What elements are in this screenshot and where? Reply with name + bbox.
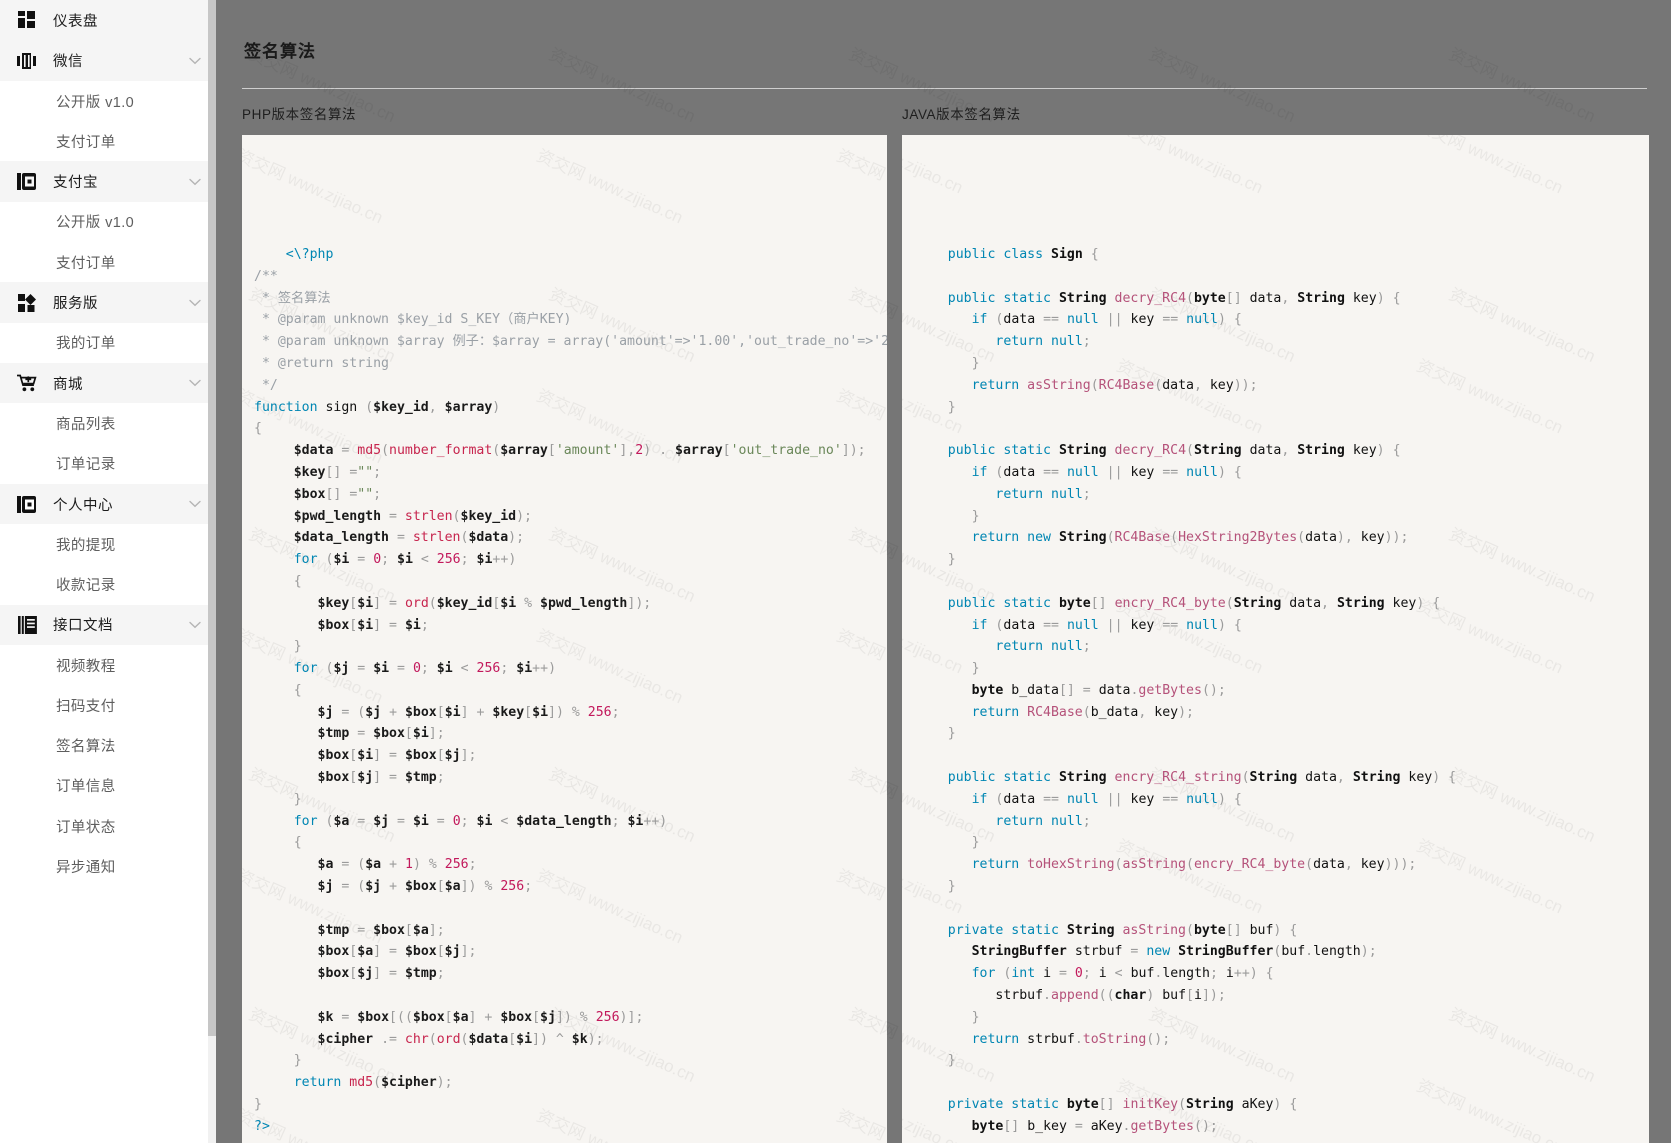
sidebar-item-wechat-0[interactable]: 公开版 v1.0 — [0, 81, 216, 122]
sidebar-item-personal-1[interactable]: 收款记录 — [0, 564, 216, 605]
sidebar-item-label: 扫码支付 — [56, 698, 116, 715]
sidebar-item-label: 视频教程 — [56, 658, 116, 675]
sidebar-item-apidoc-2[interactable]: 签名算法 — [0, 725, 216, 766]
sidebar-group-label: 支付宝 — [53, 175, 98, 192]
sidebar-item-label: 收款记录 — [56, 578, 116, 595]
sidebar-item-shop-0[interactable]: 商品列表 — [0, 403, 216, 444]
sidebar-group-label: 服务版 — [53, 296, 98, 312]
app-root: 仪表盘 微信 公开版 v1.0 支付订单 支付宝 公开版 v1.0 支付订单 服务版 我的订单商… — [0, 0, 1671, 1143]
alipay-wallet-icon — [14, 169, 40, 195]
sidebar-group-label: 微信 — [53, 54, 83, 71]
chevron-down-icon[interactable] — [182, 299, 208, 307]
page-title: 签名算法 — [244, 42, 316, 62]
sidebar: 仪表盘 微信 公开版 v1.0 支付订单 支付宝 公开版 v1.0 支付订单 服务版 我的订单商… — [0, 0, 216, 1143]
sidebar-group-label: 仪表盘 — [53, 13, 98, 30]
sidebar-item-label: 订单信息 — [56, 779, 116, 796]
sidebar-item-apidoc-3[interactable]: 订单信息 — [0, 765, 216, 806]
sidebar-item-service-0[interactable]: 我的订单 — [0, 322, 216, 363]
sidebar-item-label: 我的提现 — [56, 537, 116, 554]
sidebar-item-apidoc-5[interactable]: 异步通知 — [0, 846, 216, 887]
sidebar-item-label: 公开版 v1.0 — [56, 215, 135, 232]
sidebar-group-wechat[interactable]: 微信 — [0, 40, 216, 81]
php-code-block[interactable]: 资交网 www.zijiao.cn 资交网 www.zijiao.cn 资交网 ww… — [242, 135, 887, 1143]
wechat-icon — [14, 48, 40, 74]
sidebar-group-personal[interactable]: 个人中心 — [0, 483, 216, 525]
sidebar-item-label: 订单记录 — [56, 457, 116, 474]
sidebar-item-label: 支付订单 — [56, 134, 116, 151]
sidebar-nav-list: 仪表盘 微信 公开版 v1.0 支付订单 支付宝 公开版 v1.0 支付订单 服务版 我的订单商… — [0, 0, 216, 887]
sidebar-item-label: 签名算法 — [56, 739, 116, 756]
sidebar-item-label: 异步通知 — [56, 859, 116, 876]
chevron-down-icon[interactable] — [182, 178, 208, 186]
dashboard-icon — [14, 7, 40, 33]
service-grid-icon — [14, 290, 40, 316]
sidebar-item-apidoc-4[interactable]: 订单状态 — [0, 805, 216, 847]
main-padding: 签名算法 PHP版本签名算法 资交网 www.zijiao.cn 资交网 www.… — [216, 11, 1671, 1143]
chevron-down-icon[interactable] — [182, 379, 208, 387]
sidebar-group-label: 个人中心 — [53, 497, 113, 514]
php-code-text: <\?php /** * 签名算法 * @param unknown $key_… — [254, 246, 887, 1134]
sidebar-item-shop-1[interactable]: 订单记录 — [0, 443, 216, 484]
php-caption: PHP版本签名算法 — [242, 107, 357, 123]
wallet-icon — [14, 491, 40, 517]
java-panel: JAVA版本签名算法 资交网 www.zijiao.cn资交网 www.ziji… — [902, 89, 1649, 1143]
sidebar-item-alipay-1[interactable]: 支付订单 — [0, 242, 216, 283]
sidebar-group-label: 商城 — [53, 376, 83, 393]
sidebar-item-wechat-1[interactable]: 支付订单 — [0, 121, 216, 162]
sidebar-item-apidoc-1[interactable]: 扫码支付 — [0, 685, 216, 726]
sidebar-item-apidoc-0[interactable]: 视频教程 — [0, 645, 216, 686]
java-caption: JAVA版本签名算法 — [902, 107, 1021, 123]
sidebar-group-label: 接口文档 — [53, 618, 113, 635]
code-panels: PHP版本签名算法 资交网 www.zijiao.cn 资交网 www.zijia… — [232, 89, 1649, 1143]
chevron-down-icon[interactable] — [182, 500, 208, 508]
cart-icon — [14, 370, 40, 396]
sidebar-item-label: 订单状态 — [56, 819, 116, 836]
sidebar-item-label: 支付订单 — [56, 255, 116, 272]
sidebar-item-label: 商品列表 — [56, 417, 116, 434]
chevron-down-icon[interactable] — [182, 57, 208, 65]
sidebar-group-shop[interactable]: 商城 — [0, 362, 216, 404]
sidebar-group-dashboard[interactable]: 仪表盘 — [0, 0, 216, 41]
sidebar-group-alipay[interactable]: 支付宝 — [0, 161, 216, 202]
chevron-down-icon[interactable] — [182, 621, 208, 629]
sidebar-item-alipay-0[interactable]: 公开版 v1.0 — [0, 201, 216, 243]
sidebar-scrollbar-thumb[interactable] — [208, 0, 216, 1036]
sidebar-group-apidoc[interactable]: 接口文档 — [0, 604, 216, 646]
sidebar-group-service[interactable]: 服务版 — [0, 282, 216, 323]
java-code-text: public class Sign { public static String… — [947, 246, 1457, 1134]
sidebar-item-label: 公开版 v1.0 — [56, 94, 135, 111]
sidebar-item-label: 我的订单 — [56, 336, 116, 353]
java-code-block[interactable]: 资交网 www.zijiao.cn资交网 www.zijiao.cn资交网 ww… — [902, 135, 1649, 1143]
sidebar-item-personal-0[interactable]: 我的提现 — [0, 524, 216, 565]
main-content: 资交网 www.zijiao.cn 资交网 www.zijiao.cn 资交网 ww… — [216, 0, 1671, 1143]
document-icon — [14, 612, 40, 638]
php-panel: PHP版本签名算法 资交网 www.zijiao.cn 资交网 www.zijia… — [242, 89, 887, 1143]
